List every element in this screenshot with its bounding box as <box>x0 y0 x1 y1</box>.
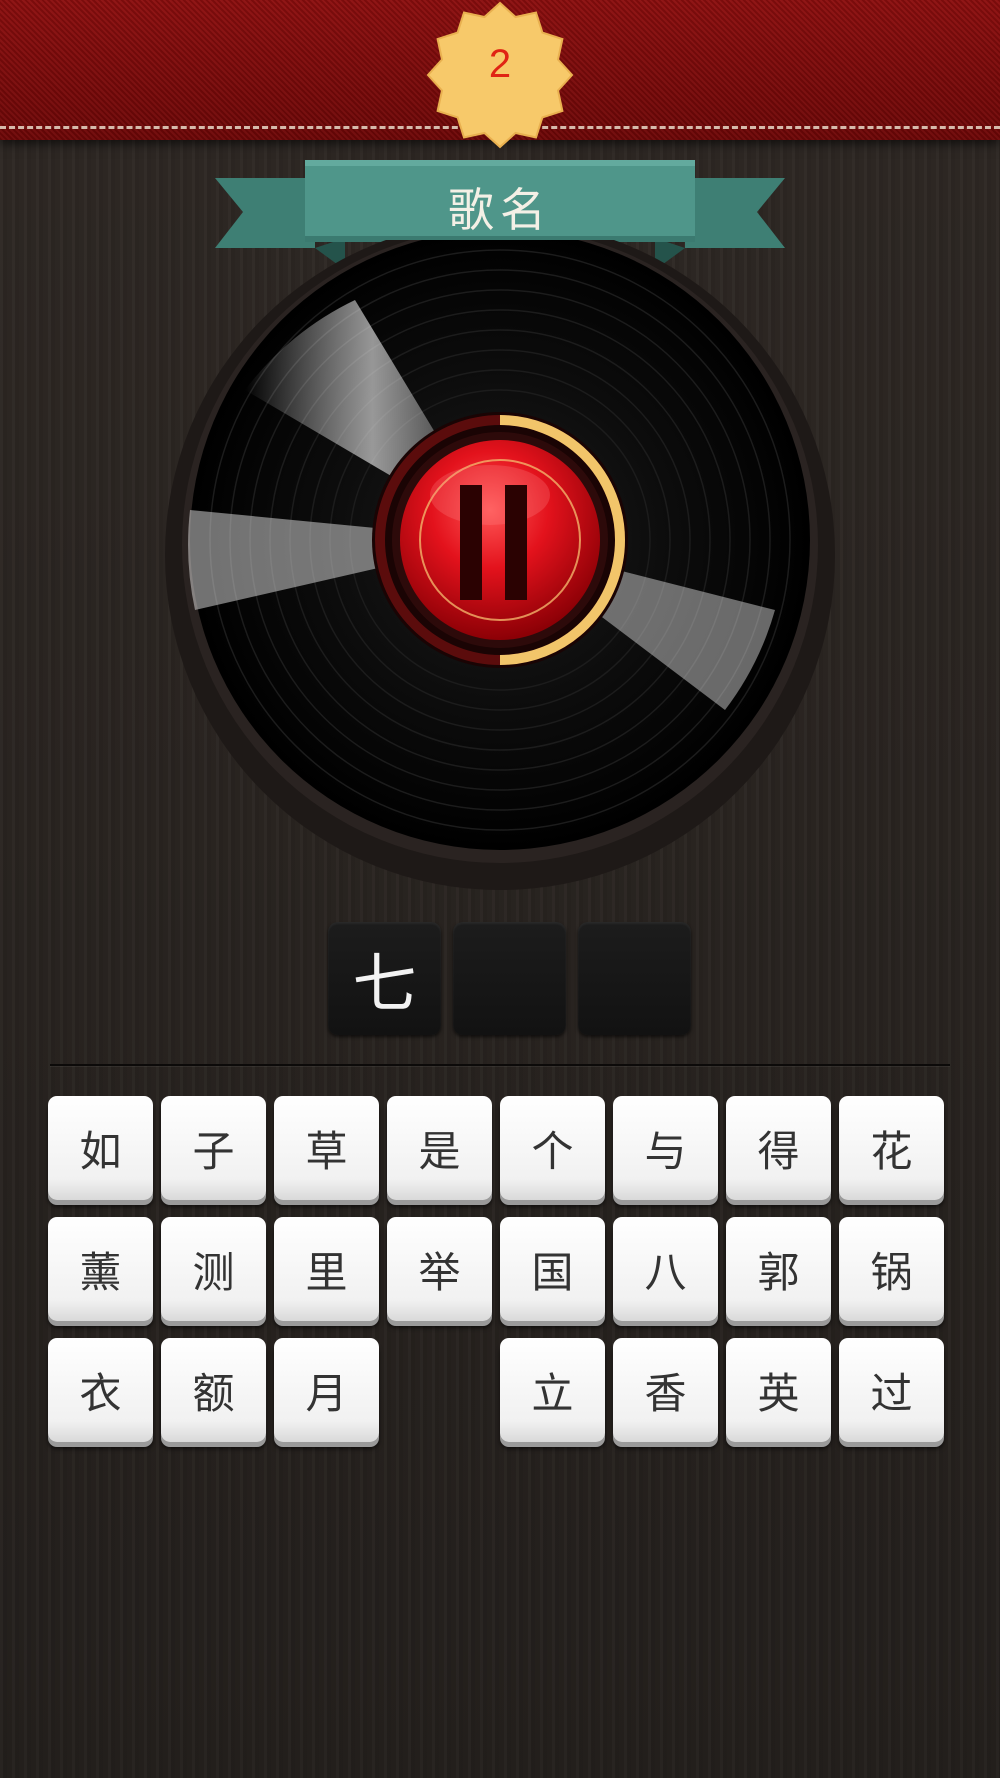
char-key[interactable]: 薰 <box>48 1217 153 1321</box>
char-key-empty <box>387 1338 492 1442</box>
char-key[interactable]: 郭 <box>726 1217 831 1321</box>
vinyl-record[interactable] <box>155 220 845 890</box>
char-key[interactable]: 如 <box>48 1096 153 1200</box>
pause-button[interactable] <box>400 440 600 640</box>
char-key[interactable]: 个 <box>500 1096 605 1200</box>
char-key[interactable]: 子 <box>161 1096 266 1200</box>
char-key[interactable]: 八 <box>613 1217 718 1321</box>
char-key[interactable]: 衣 <box>48 1338 153 1442</box>
answer-slot[interactable] <box>578 922 691 1035</box>
keyboard-row: 如 子 草 是 个 与 得 花 <box>48 1096 944 1200</box>
char-key[interactable]: 是 <box>387 1096 492 1200</box>
keyboard-row: 薰 测 里 举 国 八 郭 锅 <box>48 1217 944 1321</box>
char-key[interactable]: 与 <box>613 1096 718 1200</box>
char-key[interactable]: 立 <box>500 1338 605 1442</box>
keyboard-row: 衣 额 月 立 香 英 过 <box>48 1338 944 1442</box>
char-key[interactable]: 月 <box>274 1338 379 1442</box>
char-key[interactable]: 过 <box>839 1338 944 1442</box>
answer-slots: 七 <box>328 922 691 1035</box>
level-badge: 2 <box>420 0 580 160</box>
divider <box>50 1064 950 1066</box>
level-number: 2 <box>488 42 512 86</box>
char-key[interactable]: 香 <box>613 1338 718 1442</box>
char-key[interactable]: 英 <box>726 1338 831 1442</box>
char-key[interactable]: 花 <box>839 1096 944 1200</box>
answer-slot[interactable] <box>453 922 566 1035</box>
char-key[interactable]: 测 <box>161 1217 266 1321</box>
char-key[interactable]: 得 <box>726 1096 831 1200</box>
character-keyboard: 如 子 草 是 个 与 得 花 薰 测 里 举 国 八 郭 锅 衣 额 月 立 … <box>48 1096 944 1459</box>
answer-slot[interactable]: 七 <box>328 922 441 1035</box>
char-key[interactable]: 举 <box>387 1217 492 1321</box>
char-key[interactable]: 里 <box>274 1217 379 1321</box>
char-key[interactable]: 锅 <box>839 1217 944 1321</box>
char-key[interactable]: 额 <box>161 1338 266 1442</box>
char-key[interactable]: 国 <box>500 1217 605 1321</box>
char-key[interactable]: 草 <box>274 1096 379 1200</box>
category-label: 歌名 <box>448 183 552 237</box>
